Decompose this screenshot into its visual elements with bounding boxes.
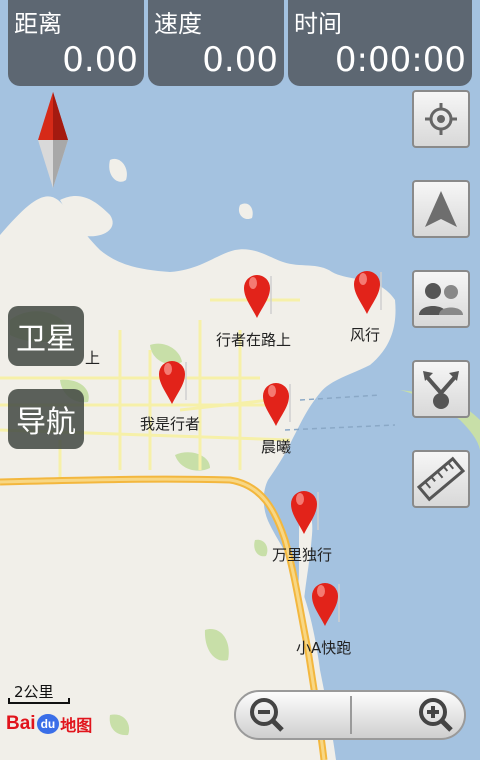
- map-canvas[interactable]: [0, 0, 480, 760]
- scale-bar: [8, 698, 70, 704]
- pin-label: 晨曦: [261, 438, 292, 456]
- pin-label: 万里独行: [272, 546, 333, 564]
- distance-value: 0.00: [62, 40, 138, 80]
- speed-value: 0.00: [202, 40, 278, 80]
- pin-label: 我是行者: [140, 415, 201, 433]
- satellite-button[interactable]: 卫星: [8, 306, 84, 366]
- pin-label: 风行: [350, 326, 381, 344]
- navigation-button[interactable]: 导航: [8, 389, 84, 449]
- zoom-in-icon: [419, 698, 453, 732]
- location-icon: [425, 103, 457, 135]
- zoom-control: [234, 690, 466, 740]
- share-button[interactable]: [412, 360, 470, 418]
- time-value: 0:00:00: [334, 40, 466, 80]
- compass-arrow-icon: [425, 191, 457, 227]
- locate-button[interactable]: [412, 90, 470, 148]
- measure-button[interactable]: [412, 450, 470, 508]
- distance-label: 距离: [14, 10, 62, 38]
- time-label: 时间: [294, 10, 342, 38]
- speed-panel: 速度 0.00: [148, 0, 284, 86]
- zoom-out-icon: [250, 698, 284, 732]
- map-place-label: 上: [85, 349, 101, 367]
- paw-icon: du: [36, 714, 60, 734]
- navigate-direction-button[interactable]: [412, 180, 470, 238]
- pin-label: 小A快跑: [296, 639, 352, 657]
- friends-button[interactable]: [412, 270, 470, 328]
- speed-label: 速度: [154, 10, 202, 38]
- friends-icon: [419, 283, 463, 315]
- time-panel: 时间 0:00:00: [288, 0, 472, 86]
- zoom-in-button[interactable]: [352, 692, 467, 738]
- pin-label: 行者在路上: [216, 331, 292, 349]
- share-icon: [423, 371, 459, 409]
- distance-panel: 距离 0.00: [8, 0, 144, 86]
- zoom-out-button[interactable]: [236, 692, 351, 738]
- ruler-icon: [417, 456, 465, 502]
- baidu-map-logo: Bai du 地图: [6, 713, 93, 735]
